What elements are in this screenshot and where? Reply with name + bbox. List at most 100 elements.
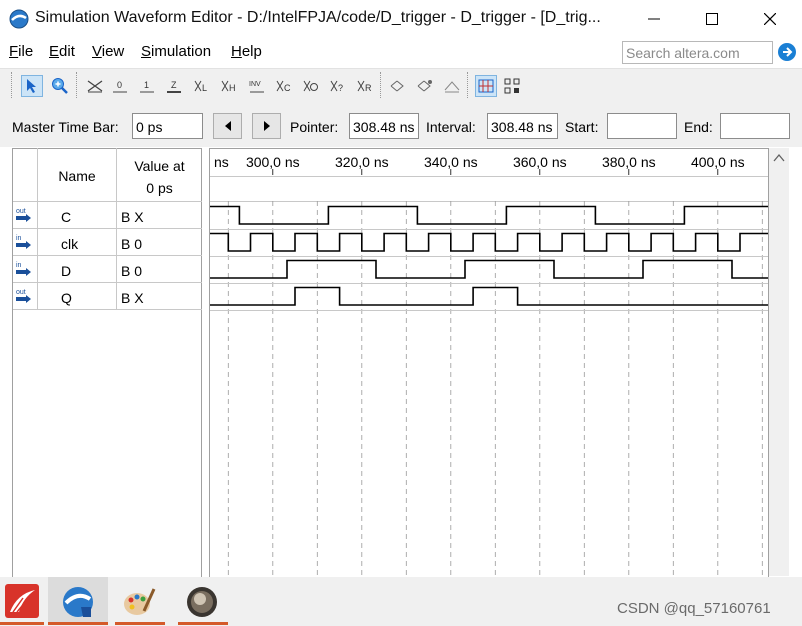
taskbar-app-photo-icon[interactable]	[183, 583, 221, 621]
time-tick-label: ns	[214, 154, 229, 170]
end-field[interactable]	[720, 113, 790, 139]
chevron-right-icon	[263, 121, 270, 131]
toolbar-separator	[467, 72, 469, 98]
table-row-c[interactable]	[13, 202, 202, 229]
master-time-bar-label: Master Time Bar:	[12, 119, 119, 135]
zoom-tool-icon[interactable]	[49, 75, 71, 97]
time-tick-label: 320,0 ns	[335, 154, 389, 170]
close-icon	[764, 13, 776, 25]
end-label: End:	[684, 119, 713, 135]
app-icon	[9, 9, 29, 29]
maximize-button[interactable]	[683, 0, 741, 38]
time-tick-label: 300,0 ns	[246, 154, 300, 170]
toolbar-separator	[11, 72, 13, 98]
high-impedance-icon[interactable]: Z	[163, 75, 185, 97]
taskbar-app-chaoxing-icon[interactable]	[0, 580, 44, 622]
waveform-canvas[interactable]: ns 300,0 ns 320,0 ns 340,0 ns 360,0 ns 380,0 …	[210, 149, 769, 588]
close-button[interactable]	[741, 0, 799, 38]
next-transition-button[interactable]	[252, 113, 281, 139]
count-value-icon[interactable]: C	[273, 75, 295, 97]
time-tick-label: 340,0 ns	[424, 154, 478, 170]
svg-text:H: H	[229, 83, 236, 93]
table-row-q[interactable]	[13, 283, 202, 310]
input-pin-icon: in	[15, 234, 33, 255]
minimize-icon	[648, 18, 660, 20]
functional-simulation-icon[interactable]	[387, 75, 409, 97]
taskbar-active-indicator	[115, 622, 165, 625]
svg-text:out: out	[16, 208, 26, 215]
toolbar-separator	[380, 72, 382, 98]
forcing-unknown-icon[interactable]	[84, 75, 106, 97]
random-value-icon[interactable]: R	[354, 75, 376, 97]
interval-field[interactable]: 308.48 ns	[487, 113, 558, 139]
pointer-field[interactable]: 308.48 ns	[349, 113, 419, 139]
waveform-vertical-scrollbar[interactable]	[769, 148, 789, 576]
master-time-bar-field[interactable]: 0 ps	[132, 113, 203, 139]
search-input[interactable]: Search altera.com	[622, 41, 773, 64]
start-field[interactable]	[607, 113, 677, 139]
taskbar-active-indicator	[178, 622, 228, 625]
svg-text:1: 1	[144, 80, 149, 90]
time-tick-label: 400,0 ns	[691, 154, 745, 170]
snap-to-grid-icon[interactable]	[475, 75, 497, 97]
pointer-tool-icon[interactable]	[21, 75, 43, 97]
maximize-icon	[706, 13, 718, 25]
svg-text:R: R	[365, 83, 372, 93]
previous-transition-button[interactable]	[213, 113, 242, 139]
signal-value: B X	[121, 290, 144, 306]
menu-edit[interactable]: Edit	[49, 43, 75, 60]
input-pin-icon: in	[15, 261, 33, 282]
taskbar-active-indicator	[0, 622, 44, 625]
taskbar-app-quartus-icon[interactable]	[59, 583, 97, 621]
start-label: Start:	[565, 119, 599, 135]
weak-low-icon[interactable]: L	[191, 75, 213, 97]
waveform-clk	[210, 232, 768, 252]
pointer-label: Pointer:	[290, 119, 339, 135]
output-pin-icon: out	[15, 288, 33, 309]
signal-name: clk	[61, 236, 79, 252]
taskbar-active-indicator	[48, 622, 108, 625]
timing-simulation-icon[interactable]	[414, 75, 436, 97]
taskbar-app-paint-icon[interactable]	[120, 583, 158, 621]
svg-text:?: ?	[338, 83, 343, 93]
signal-name: C	[61, 209, 72, 225]
netlist-icon[interactable]	[441, 75, 463, 97]
weak-high-icon[interactable]: H	[218, 75, 240, 97]
minimize-button[interactable]	[625, 0, 683, 38]
waveform-d	[210, 259, 768, 279]
window-title: Simulation Waveform Editor - D:/IntelFPJ…	[35, 9, 601, 26]
toolbar-separator	[76, 72, 78, 98]
waveform-c	[210, 205, 768, 225]
clock-value-icon[interactable]	[300, 75, 322, 97]
menu-help[interactable]: Help	[231, 43, 262, 60]
svg-text:INV: INV	[249, 81, 261, 88]
signal-name: Q	[61, 290, 72, 306]
svg-text:L: L	[202, 83, 207, 93]
menu-view[interactable]: View	[92, 43, 124, 60]
svg-text:Z: Z	[171, 80, 177, 90]
search-globe-icon[interactable]	[777, 42, 797, 62]
forcing-low-icon[interactable]: 0	[109, 75, 131, 97]
output-pin-icon: out	[15, 207, 33, 228]
grid-icon[interactable]	[501, 75, 523, 97]
chevron-up-icon	[773, 153, 785, 162]
time-tick-label: 360,0 ns	[513, 154, 567, 170]
value-column-header-line1[interactable]: Value at	[117, 158, 202, 174]
svg-text:in: in	[16, 262, 22, 269]
signal-name: D	[61, 263, 72, 279]
value-column-header-line2: 0 ps	[146, 180, 173, 196]
table-row-clk[interactable]	[13, 229, 202, 256]
forcing-high-icon[interactable]: 1	[136, 75, 158, 97]
menu-file[interactable]: File	[9, 43, 33, 60]
table-row-d[interactable]	[13, 256, 202, 283]
invert-icon[interactable]: INV	[246, 75, 268, 97]
waveform-panel[interactable]: ns 300,0 ns 320,0 ns 340,0 ns 360,0 ns 380,0 …	[209, 148, 769, 588]
signal-value: B 0	[121, 236, 143, 252]
menu-simulation[interactable]: Simulation	[141, 43, 211, 60]
name-column-header[interactable]: Name	[38, 168, 116, 184]
arbitrary-value-icon[interactable]: ?	[327, 75, 349, 97]
watermark: CSDN @qq_57160761	[617, 600, 771, 617]
svg-text:C: C	[284, 83, 291, 93]
interval-label: Interval:	[426, 119, 476, 135]
svg-text:out: out	[16, 289, 26, 296]
